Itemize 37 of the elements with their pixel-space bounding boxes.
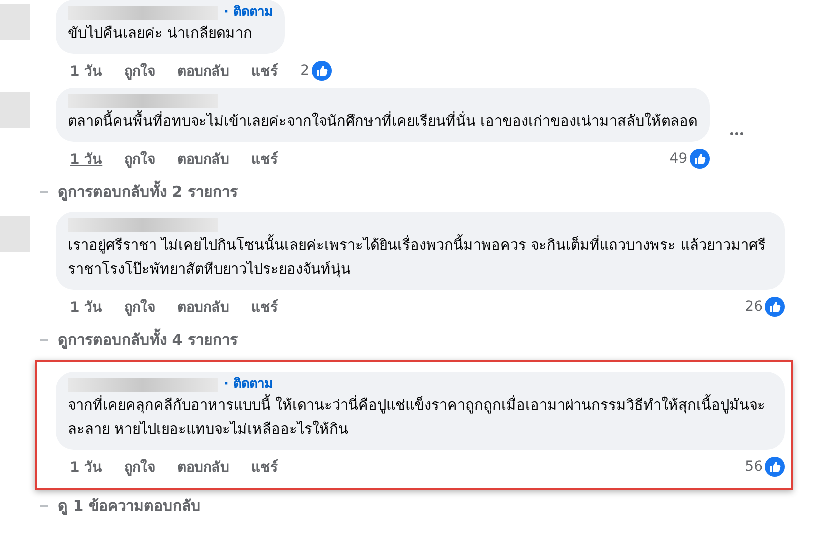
action-link[interactable]: แชร์ — [252, 456, 279, 478]
like-count: 49 — [670, 151, 688, 167]
action-link[interactable]: แชร์ — [252, 60, 279, 82]
more-icon[interactable] — [730, 132, 744, 136]
follow-link[interactable]: · ติดตาม — [224, 378, 274, 392]
comment-text: เราอยู่ศรีราชา ไม่เคยไปกินโซนนั้นเลยค่ะเพราะได้ยินเรื่องพวกนี้มาพอควร จะกินเต็มที่แถวบางพระ แล้วยาวมาศรีราชาโรงโป๊ะพัทยาสัตหีบยาวไประยองจันท์นุ่น — [68, 234, 773, 282]
like-count: 26 — [745, 299, 763, 315]
action-link[interactable]: ถูกใจ — [124, 456, 156, 478]
action-link[interactable]: แชร์ — [252, 296, 279, 318]
view-replies-link[interactable]: ดูการตอบกลับทั้ง 2 รายการ — [58, 180, 238, 204]
comment-text: จากที่เคยคลุกคลีกับอาหารแบบนี้ ให้เดานะว่านี่คือปูแช่แข็งราคาถูกถูกเมื่อเอามาผ่านกรรมวิธีทำให้สุกเนื้อปูมันจะ ละลาย หายไปเยอะแทบจะไม่เหลืออะไรให้กิน — [68, 394, 773, 442]
action-link[interactable]: ถูกใจ — [124, 60, 156, 82]
view-replies-link[interactable]: ดูการตอบกลับทั้ง 4 รายการ — [58, 328, 238, 352]
follow-link[interactable]: · ติดตาม — [224, 6, 274, 20]
avatar-placeholder — [0, 92, 30, 128]
timestamp-link[interactable]: 1 วัน — [70, 60, 103, 82]
action-link[interactable]: ตอบกลับ — [178, 296, 230, 318]
timestamp-link[interactable]: 1 วัน — [70, 296, 103, 318]
like-count: 56 — [745, 459, 763, 475]
view-replies-link[interactable]: ดู 1 ข้อความตอบกลับ — [58, 494, 201, 518]
avatar-placeholder — [0, 4, 30, 40]
action-link[interactable]: แชร์ — [252, 148, 279, 170]
like-count: 2 — [300, 63, 310, 79]
like-icon — [312, 61, 332, 81]
action-link[interactable]: ถูกใจ — [124, 148, 156, 170]
avatar-placeholder — [0, 216, 30, 252]
like-icon — [765, 297, 785, 317]
action-link[interactable]: ตอบกลับ — [178, 456, 230, 478]
like-icon — [690, 149, 710, 169]
timestamp-link[interactable]: 1 วัน — [70, 456, 103, 478]
like-icon — [765, 457, 785, 477]
comment-text: ตลาดนี้คนพื้นที่อทบจะไม่เข้าเลยค่ะจากใจนักศึกษาที่เคยเรียนที่นั่น เอาของเก่าของเน่ามาสลับให้ตลอด — [68, 110, 698, 134]
action-link[interactable]: ถูกใจ — [124, 296, 156, 318]
action-link[interactable]: ตอบกลับ — [178, 148, 230, 170]
comment-text: ขับไปคืนเลยค่ะ น่าเกลียดมาก — [68, 24, 254, 44]
timestamp-link[interactable]: 1 วัน — [70, 148, 103, 170]
action-link[interactable]: ตอบกลับ — [178, 60, 230, 82]
